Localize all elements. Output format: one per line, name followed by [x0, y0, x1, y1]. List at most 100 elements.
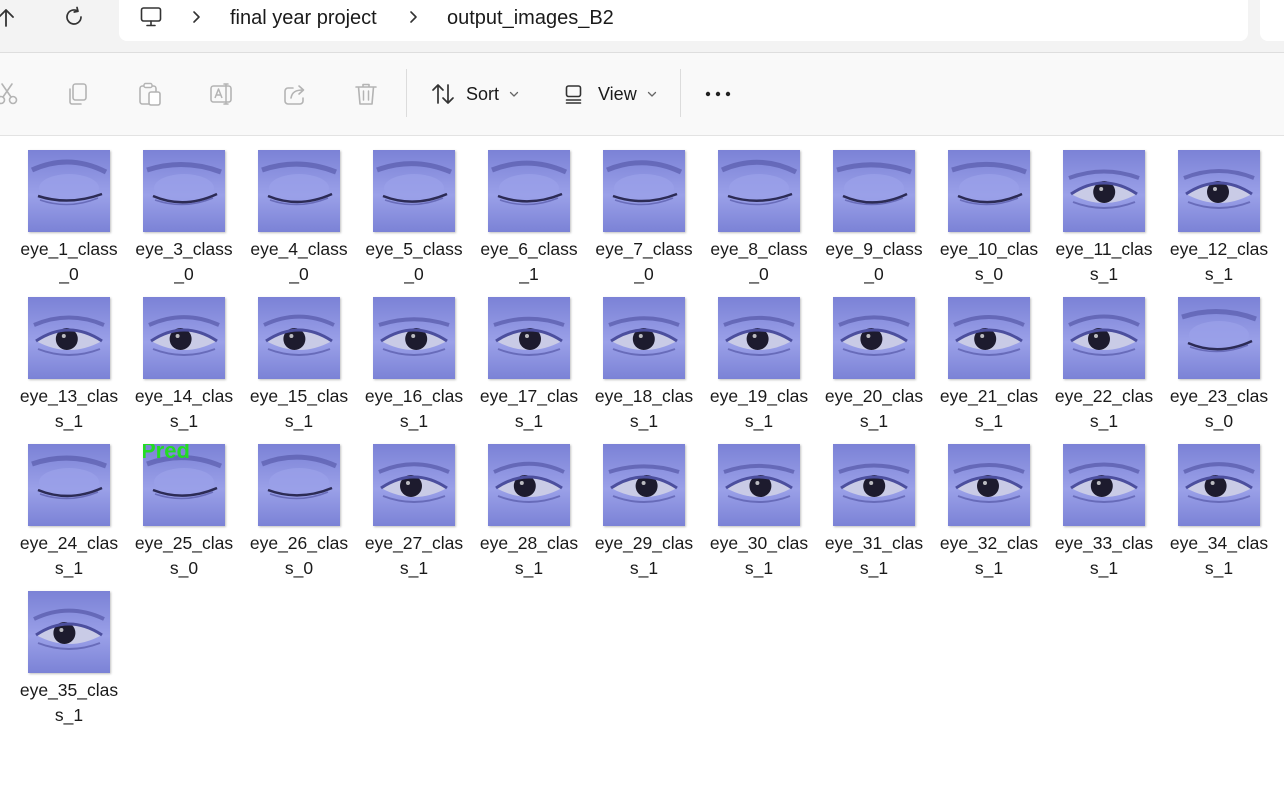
file-name: eye_18_clas s_1	[586, 384, 702, 434]
file-item[interactable]: eye_12_clas s_1	[1165, 137, 1280, 284]
chevron-down-icon	[508, 88, 520, 100]
file-name-line-2: s_0	[284, 558, 314, 578]
file-item[interactable]: eye_9_class _0	[820, 137, 935, 284]
file-name-line-1: eye_9_class	[825, 239, 923, 259]
file-name: eye_35_clas s_1	[11, 678, 127, 728]
file-item[interactable]: eye_7_class _0	[590, 137, 705, 284]
share-icon[interactable]	[282, 81, 308, 107]
file-name-line-1: eye_14_clas	[134, 386, 234, 406]
file-name-line-1: eye_22_clas	[1054, 386, 1154, 406]
eye-image-thumbnail	[948, 444, 1030, 526]
file-item[interactable]: eye_16_clas s_1	[360, 284, 475, 431]
file-item[interactable]: eye_34_clas s_1	[1165, 431, 1280, 578]
file-item[interactable]: eye_10_clas s_0	[935, 137, 1050, 284]
file-item[interactable]: eye_35_clas s_1	[15, 578, 130, 725]
file-name: eye_23_clas s_0	[1161, 384, 1277, 434]
refresh-icon[interactable]	[62, 5, 86, 29]
view-button[interactable]: View	[563, 73, 658, 115]
file-item[interactable]: eye_32_clas s_1	[935, 431, 1050, 578]
eye-image-thumbnail	[143, 150, 225, 232]
eye-image-thumbnail	[603, 150, 685, 232]
file-item[interactable]: eye_30_clas s_1	[705, 431, 820, 578]
file-item[interactable]: eye_1_class _0	[15, 137, 130, 284]
eye-image-thumbnail	[143, 297, 225, 379]
file-item[interactable]: eye_31_clas s_1	[820, 431, 935, 578]
search-box[interactable]	[1260, 0, 1284, 41]
file-item[interactable]: eye_4_class _0	[245, 137, 360, 284]
file-item[interactable]: eye_15_clas s_1	[245, 284, 360, 431]
file-item[interactable]: eye_22_clas s_1	[1050, 284, 1165, 431]
this-pc-icon[interactable]	[139, 5, 163, 29]
breadcrumb-final-year-project[interactable]: final year project	[230, 7, 377, 30]
file-item[interactable]: eye_20_clas s_1	[820, 284, 935, 431]
file-name: eye_9_class _0	[816, 237, 932, 287]
file-name: eye_8_class _0	[701, 237, 817, 287]
file-item[interactable]: eye_17_clas s_1	[475, 284, 590, 431]
file-name-line-2: _0	[404, 264, 424, 284]
up-arrow-icon[interactable]	[0, 6, 18, 30]
paste-icon[interactable]	[137, 81, 163, 107]
breadcrumb-output-images-b2[interactable]: output_images_B2	[447, 7, 614, 30]
file-name: eye_15_clas s_1	[241, 384, 357, 434]
file-name: eye_34_clas s_1	[1161, 531, 1277, 581]
file-item[interactable]: eye_11_clas s_1	[1050, 137, 1165, 284]
rename-icon[interactable]	[209, 81, 235, 107]
file-name-line-1: eye_19_clas	[709, 386, 809, 406]
sort-button[interactable]: Sort	[430, 73, 520, 115]
file-name-line-1: eye_23_clas	[1169, 386, 1269, 406]
file-name: eye_5_class _0	[356, 237, 472, 287]
eye-image-thumbnail	[28, 444, 110, 526]
eye-image-thumbnail	[1178, 297, 1260, 379]
file-item[interactable]: eye_24_clas s_1	[15, 431, 130, 578]
file-name-line-1: eye_30_clas	[709, 533, 809, 553]
file-name-line-1: eye_15_clas	[249, 386, 349, 406]
file-item[interactable]: eye_6_class _1	[475, 137, 590, 284]
eye-image-thumbnail	[258, 150, 340, 232]
file-name-line-2: s_1	[54, 411, 84, 431]
file-name: eye_31_clas s_1	[816, 531, 932, 581]
file-item[interactable]: eye_8_class _0	[705, 137, 820, 284]
file-item[interactable]: eye_18_clas s_1	[590, 284, 705, 431]
chevron-right-icon[interactable]	[189, 8, 205, 26]
file-name-line-1: eye_33_clas	[1054, 533, 1154, 553]
file-item[interactable]: eye_5_class _0	[360, 137, 475, 284]
file-item[interactable]: eye_27_clas s_1	[360, 431, 475, 578]
file-name-line-1: eye_5_class	[365, 239, 463, 259]
file-item[interactable]: eye_19_clas s_1	[705, 284, 820, 431]
file-name-line-2: s_1	[629, 411, 659, 431]
file-name-line-2: _0	[749, 264, 769, 284]
file-item[interactable]: eye_33_clas s_1	[1050, 431, 1165, 578]
copy-icon[interactable]	[65, 81, 91, 107]
file-item[interactable]: eye_13_clas s_1	[15, 284, 130, 431]
toolbar-divider	[406, 69, 407, 117]
file-name-line-1: eye_28_clas	[479, 533, 579, 553]
file-name-line-2: s_1	[399, 411, 429, 431]
eye-image-thumbnail	[718, 150, 800, 232]
file-item[interactable]: Pred eye_25_clas s_0	[130, 431, 245, 578]
file-name-line-2: s_1	[54, 558, 84, 578]
file-name: eye_19_clas s_1	[701, 384, 817, 434]
delete-icon[interactable]	[353, 81, 379, 107]
chevron-right-icon[interactable]	[406, 8, 422, 26]
file-name-line-2: s_1	[859, 558, 889, 578]
file-name-line-2: s_1	[399, 558, 429, 578]
file-name-line-1: eye_24_clas	[19, 533, 119, 553]
file-name-line-2: s_1	[1204, 264, 1234, 284]
file-name-line-2: _0	[174, 264, 194, 284]
file-item[interactable]: eye_29_clas s_1	[590, 431, 705, 578]
file-item[interactable]: eye_14_clas s_1	[130, 284, 245, 431]
see-more-button[interactable]	[704, 73, 732, 115]
file-name-line-1: eye_35_clas	[19, 680, 119, 700]
file-item[interactable]: eye_28_clas s_1	[475, 431, 590, 578]
file-name: eye_1_class _0	[11, 237, 127, 287]
file-item[interactable]: eye_3_class _0	[130, 137, 245, 284]
address-bar[interactable]: final year project output_images_B2	[119, 0, 1248, 41]
file-name: eye_28_clas s_1	[471, 531, 587, 581]
cut-icon[interactable]	[0, 81, 20, 107]
file-item[interactable]: eye_21_clas s_1	[935, 284, 1050, 431]
file-item[interactable]: eye_23_clas s_0	[1165, 284, 1280, 431]
file-item[interactable]: eye_26_clas s_0	[245, 431, 360, 578]
file-name-line-1: eye_4_class	[250, 239, 348, 259]
file-name-line-2: s_1	[514, 411, 544, 431]
file-name-line-2: s_1	[284, 411, 314, 431]
